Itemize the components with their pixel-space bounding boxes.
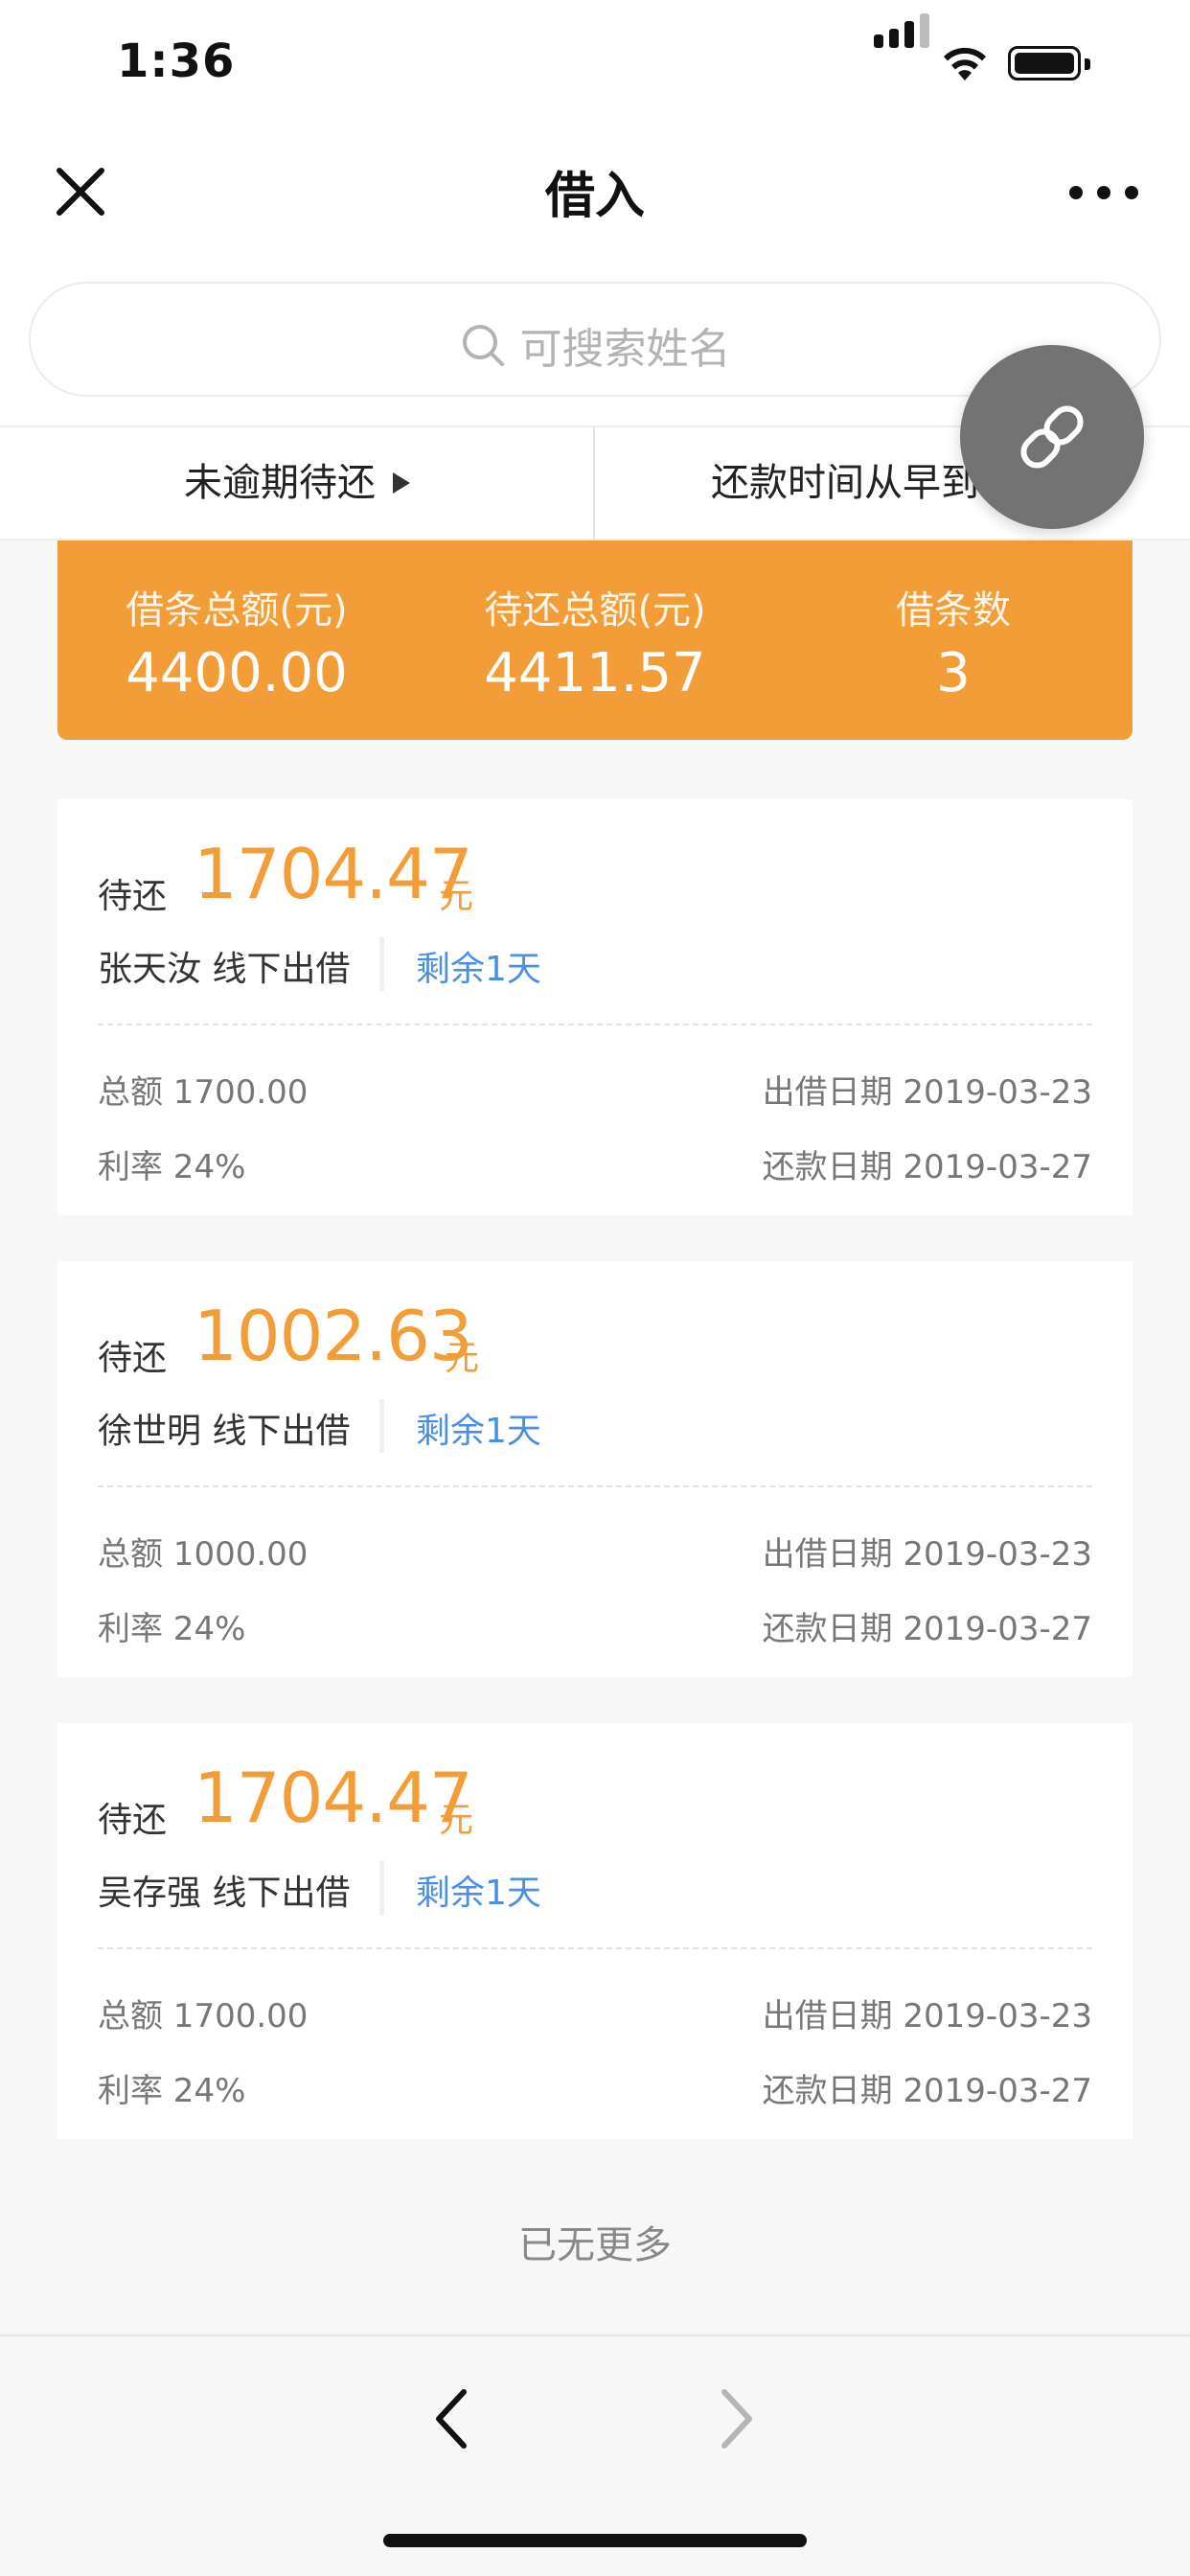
more-icon[interactable] bbox=[1065, 167, 1142, 215]
separator bbox=[379, 1861, 384, 1915]
borrower-name: 徐世明 线下出借 bbox=[98, 1412, 351, 1451]
due-amount: 1704.47 bbox=[194, 834, 473, 914]
link-icon bbox=[1020, 405, 1084, 469]
summary-label: 待还总额(元) bbox=[484, 588, 706, 632]
chevron-left-icon[interactable] bbox=[422, 2382, 483, 2455]
amount-unit: 元 bbox=[439, 1801, 474, 1840]
sort-filter-label: 还款时间从早到 bbox=[711, 461, 979, 505]
repay-date: 还款日期 2019-03-27 bbox=[762, 1610, 1092, 1648]
dashed-divider bbox=[98, 1024, 1092, 1025]
due-amount: 1002.63 bbox=[194, 1296, 473, 1376]
amount-unit: 元 bbox=[445, 1339, 480, 1378]
due-label: 待还 bbox=[98, 1801, 168, 1840]
summary-total-loan: 借条总额(元) 4400.00 bbox=[57, 540, 416, 740]
borrower-name: 张天汝 线下出借 bbox=[98, 950, 351, 989]
remaining-days: 剩余1天 bbox=[416, 950, 541, 989]
status-bar: 1:36 bbox=[0, 0, 1190, 126]
search-placeholder: 可搜索姓名 bbox=[519, 325, 731, 374]
status-icons bbox=[874, 13, 1123, 88]
lend-date: 出借日期 2019-03-23 bbox=[762, 1535, 1092, 1574]
dashed-divider bbox=[98, 1485, 1092, 1487]
separator bbox=[379, 1399, 384, 1453]
summary-value: 3 bbox=[936, 642, 971, 704]
page-title: 借入 bbox=[544, 168, 645, 225]
amount-unit: 元 bbox=[439, 877, 474, 916]
total-amount: 总额 1700.00 bbox=[98, 1073, 309, 1112]
summary-value: 4400.00 bbox=[126, 642, 348, 704]
filter-divider bbox=[593, 427, 595, 542]
dashed-divider bbox=[98, 1947, 1092, 1949]
wifi-icon bbox=[944, 47, 986, 80]
home-indicator bbox=[383, 2534, 807, 2547]
separator bbox=[379, 937, 384, 991]
lend-date: 出借日期 2019-03-23 bbox=[762, 1997, 1092, 2036]
total-amount: 总额 1000.00 bbox=[98, 1535, 309, 1574]
remaining-days: 剩余1天 bbox=[416, 1412, 541, 1451]
borrower-name: 吴存强 线下出借 bbox=[98, 1874, 351, 1913]
interest-rate: 利率 24% bbox=[98, 1610, 246, 1648]
triangle-right-icon bbox=[393, 472, 410, 494]
summary-total-due: 待还总额(元) 4411.57 bbox=[416, 540, 774, 740]
battery-icon bbox=[1008, 46, 1081, 80]
summary-banner: 借条总额(元) 4400.00 待还总额(元) 4411.57 借条数 3 bbox=[57, 540, 1133, 740]
loan-card[interactable]: 待还 1704.47 元 张天汝 线下出借 剩余1天 总额 1700.00 利率… bbox=[57, 799, 1133, 1215]
status-filter[interactable]: 未逾期待还 bbox=[0, 427, 594, 539]
status-filter-label: 未逾期待还 bbox=[184, 461, 376, 505]
repay-date: 还款日期 2019-03-27 bbox=[762, 1148, 1092, 1186]
chevron-right-icon[interactable] bbox=[705, 2382, 767, 2455]
lend-date: 出借日期 2019-03-23 bbox=[762, 1073, 1092, 1112]
interest-rate: 利率 24% bbox=[98, 1148, 246, 1186]
due-label: 待还 bbox=[98, 1339, 168, 1378]
interest-rate: 利率 24% bbox=[98, 2072, 246, 2110]
nav-bar: 借入 bbox=[0, 126, 1190, 253]
remaining-days: 剩余1天 bbox=[416, 1874, 541, 1913]
summary-label: 借条总额(元) bbox=[126, 588, 348, 632]
summary-value: 4411.57 bbox=[484, 642, 706, 704]
due-amount: 1704.47 bbox=[194, 1758, 473, 1838]
search-icon bbox=[463, 325, 505, 366]
repay-date: 还款日期 2019-03-27 bbox=[762, 2072, 1092, 2110]
no-more-text: 已无更多 bbox=[518, 2223, 672, 2267]
loan-card[interactable]: 待还 1002.63 元 徐世明 线下出借 剩余1天 总额 1000.00 利率… bbox=[57, 1261, 1133, 1677]
share-link-button[interactable] bbox=[960, 345, 1144, 529]
summary-count: 借条数 3 bbox=[774, 540, 1133, 740]
total-amount: 总额 1700.00 bbox=[98, 1997, 309, 2036]
loan-card[interactable]: 待还 1704.47 元 吴存强 线下出借 剩余1天 总额 1700.00 利率… bbox=[57, 1723, 1133, 2139]
summary-label: 借条数 bbox=[896, 588, 1011, 632]
status-time: 1:36 bbox=[117, 34, 236, 88]
due-label: 待还 bbox=[98, 877, 168, 916]
